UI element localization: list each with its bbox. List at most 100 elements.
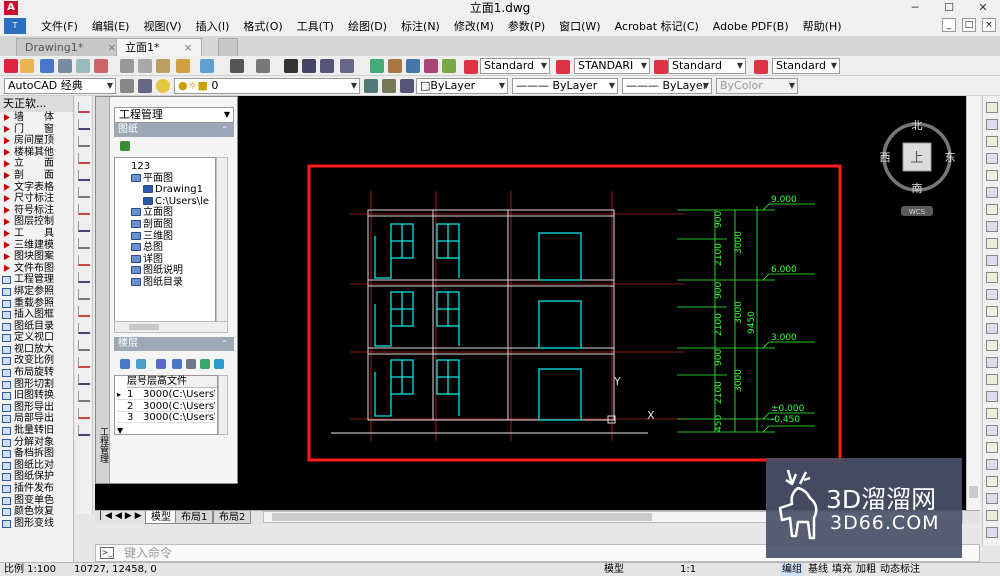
erase-icon[interactable] (986, 102, 998, 113)
markup-icon[interactable] (442, 59, 456, 73)
chamfer-icon[interactable] (986, 323, 998, 334)
tz-command-item[interactable]: 图纸目录 (0, 321, 73, 333)
doc-tab-elevation[interactable]: 立面1* × (116, 38, 202, 56)
menu-modify[interactable]: 修改(M) (447, 18, 501, 34)
spline-icon[interactable] (78, 238, 90, 249)
floor-tool-4-icon[interactable] (172, 359, 182, 369)
circle-icon[interactable] (78, 204, 90, 215)
tz-command-item[interactable]: 备档拆图 (0, 448, 73, 460)
tz-command-item[interactable]: 分解对象 (0, 437, 73, 449)
tz-command-item[interactable]: 局部导出 (0, 413, 73, 425)
scale-icon[interactable] (986, 221, 998, 232)
tab-nav-arrows[interactable]: |◀◀▶▶| (99, 511, 151, 521)
close-icon[interactable]: × (184, 41, 193, 54)
command-icon[interactable]: >_ (100, 547, 114, 559)
tab-layout1[interactable]: 布局1 (175, 511, 214, 524)
mtext-icon[interactable] (78, 408, 90, 419)
tz-menu-item[interactable]: 文字表格 (0, 182, 73, 194)
tz-command-item[interactable]: 改变比例 (0, 355, 73, 367)
area-icon[interactable] (986, 425, 998, 436)
insert-block-icon[interactable] (78, 289, 90, 300)
doc-minimize-button[interactable]: _ (942, 18, 956, 32)
point-icon[interactable] (78, 323, 90, 334)
tree-node[interactable]: 立面图 (131, 207, 173, 218)
layer-select[interactable]: ●☼■ 0 ▼ (174, 78, 360, 94)
tz-command-item[interactable]: 视口放大 (0, 344, 73, 356)
menu-file[interactable]: 文件(F) (34, 18, 85, 34)
tz-menu-item[interactable]: 房间屋顶 (0, 135, 73, 147)
tool-palettes-icon[interactable] (406, 59, 420, 73)
compass-west[interactable]: 西 (880, 151, 891, 164)
tz-command-item[interactable]: 图形切割 (0, 379, 73, 391)
new-tab-button[interactable] (218, 38, 238, 56)
pan-icon[interactable] (284, 59, 298, 73)
tz-menu-item[interactable]: 剖 面 (0, 170, 73, 182)
zoom-previous-icon[interactable] (340, 59, 354, 73)
menu-insert[interactable]: 插入(I) (189, 18, 237, 34)
layer-manager-icon[interactable] (138, 79, 152, 93)
menu-acrobat[interactable]: Acrobat 标记(C) (608, 18, 706, 34)
tz-menu-item[interactable]: 楼梯其他 (0, 147, 73, 159)
floor-tool-3-icon[interactable] (156, 359, 166, 369)
project-select[interactable]: 工程管理 ▼ (114, 107, 234, 123)
block-editor-icon[interactable] (200, 59, 214, 73)
tree-node[interactable]: 三维图 (131, 231, 173, 242)
tz-command-item[interactable]: 图变单色 (0, 495, 73, 507)
palette-title-strip[interactable]: 工程管理 (96, 97, 110, 483)
menu-draw[interactable]: 绘图(D) (341, 18, 394, 34)
make-block-icon[interactable] (78, 306, 90, 317)
tz-menu-item[interactable]: 三维建模 (0, 240, 73, 252)
mirror-icon[interactable] (986, 136, 998, 147)
make-current-icon[interactable] (364, 79, 378, 93)
print-icon[interactable] (58, 59, 72, 73)
measure-icon[interactable] (986, 391, 998, 402)
menu-dimension[interactable]: 标注(N) (394, 18, 447, 34)
ellipse-arc-icon[interactable] (78, 272, 90, 283)
list-icon[interactable] (986, 442, 998, 453)
tz-menu-item[interactable]: 工 具 (0, 228, 73, 240)
tz-menu-item[interactable]: 符号标注 (0, 205, 73, 217)
layer-state-icon[interactable] (400, 79, 414, 93)
floor-row[interactable]: 3 3000(C:\Users\ (117, 412, 215, 423)
lightbulb-icon[interactable] (156, 79, 170, 93)
add-selected-icon[interactable] (78, 425, 90, 436)
hatch-icon[interactable] (78, 340, 90, 351)
rectangle-icon[interactable] (78, 170, 90, 181)
annotation-scale[interactable]: 1:1 (680, 563, 696, 576)
tz-command-item[interactable]: 重载参照 (0, 298, 73, 310)
tree-vscroll[interactable] (216, 157, 228, 332)
tz-command-item[interactable]: 图纸比对 (0, 460, 73, 472)
break-icon[interactable] (986, 289, 998, 300)
undo-icon[interactable] (986, 510, 998, 521)
construction-line-icon[interactable] (78, 119, 90, 130)
floor-tool-2-icon[interactable] (136, 359, 146, 369)
tz-command-item[interactable]: 插件发布 (0, 483, 73, 495)
tree-node[interactable]: 图纸目录 (131, 277, 183, 288)
tz-menu-item[interactable]: 门 窗 (0, 124, 73, 136)
tz-command-item[interactable]: 定义视口 (0, 332, 73, 344)
tz-command-item[interactable]: 插入图框 (0, 309, 73, 321)
region-icon[interactable] (986, 476, 998, 487)
tz-command-item[interactable]: 工程管理 (0, 274, 73, 286)
menu-parametric[interactable]: 参数(P) (501, 18, 552, 34)
save-icon[interactable] (40, 59, 54, 73)
tz-menu-item[interactable]: 图块图案 (0, 251, 73, 263)
publish-icon[interactable] (94, 59, 108, 73)
open-icon[interactable] (20, 59, 34, 73)
status-btn-bold[interactable]: 加粗 (854, 563, 878, 576)
doc-tab-drawing1[interactable]: Drawing1* × (16, 38, 126, 56)
redo-icon[interactable] (986, 527, 998, 538)
tz-command-item[interactable]: 绑定参照 (0, 286, 73, 298)
canvas-vscroll[interactable] (966, 96, 980, 510)
lineweight-select[interactable]: ——— ByLayer ▼ (622, 78, 712, 94)
tz-command-item[interactable]: 颜色恢复 (0, 506, 73, 518)
table-icon[interactable] (78, 391, 90, 402)
extend-icon[interactable] (986, 272, 998, 283)
tree-node[interactable]: 详图 (131, 254, 163, 265)
tree-node[interactable]: 图纸说明 (131, 265, 183, 276)
tab-layout2[interactable]: 布局2 (213, 511, 252, 524)
floor-tool-5-icon[interactable] (186, 359, 196, 369)
workspace-settings-icon[interactable] (120, 79, 134, 93)
tz-command-item[interactable]: 旧图转换 (0, 390, 73, 402)
tree-node[interactable]: 剖面图 (131, 219, 173, 230)
